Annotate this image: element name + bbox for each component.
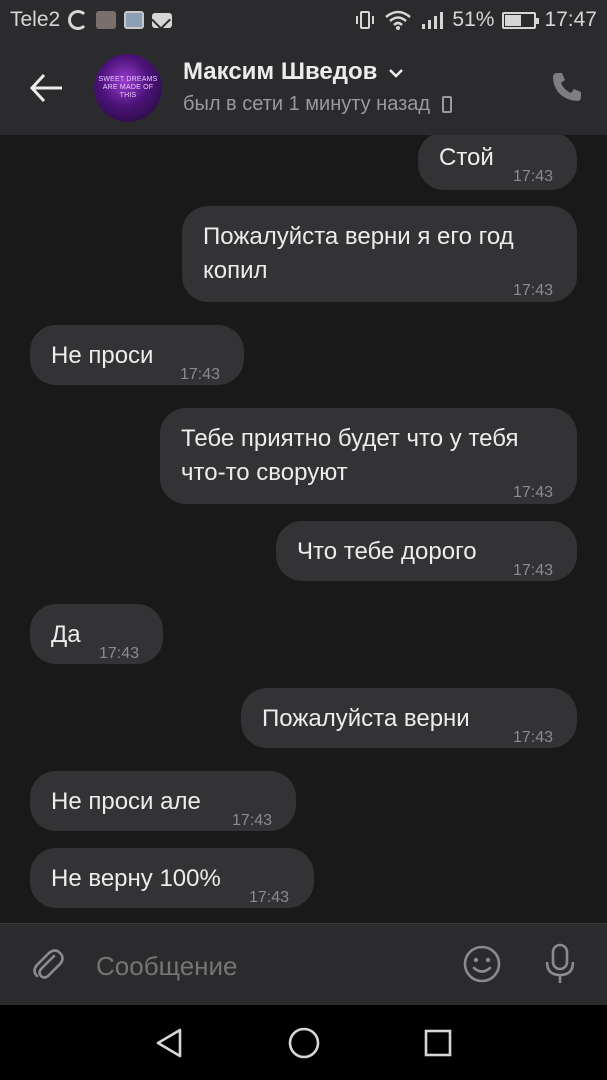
clock: 17:47 xyxy=(544,8,597,31)
paperclip-icon xyxy=(33,949,64,979)
emoji-button[interactable] xyxy=(462,944,502,984)
message-bubble-outgoing[interactable]: Пожалуйста верни я его год копил 17:43 xyxy=(182,206,577,302)
message-text-line2: что-то своруют xyxy=(181,459,348,486)
nav-recents-button[interactable] xyxy=(420,1025,456,1061)
gallery-icon xyxy=(124,11,145,29)
chat-header: SWEET DREAMS ARE MADE OF THIS Максим Шве… xyxy=(0,40,607,135)
message-time: 17:43 xyxy=(513,484,554,501)
message-time: 17:43 xyxy=(99,645,140,662)
contact-name-text: Максим Шведов xyxy=(183,58,378,85)
message-bubble-outgoing[interactable]: Тебе приятно будет что у тебя что-то сво… xyxy=(160,408,577,504)
message-text-line2: копил xyxy=(203,257,268,284)
battery-icon xyxy=(502,11,540,29)
message-time: 17:43 xyxy=(513,282,554,299)
message-bubble-incoming[interactable]: Не проси 17:43 xyxy=(30,325,244,385)
message-bubble-outgoing[interactable]: Пожалуйста верни 17:43 xyxy=(241,688,577,748)
chevron-down-icon xyxy=(389,69,403,78)
message-time: 17:43 xyxy=(513,562,554,579)
circle-home-icon xyxy=(288,1027,320,1059)
message-text: Не верну 100% xyxy=(51,865,221,892)
system-nav-bar xyxy=(0,1005,607,1080)
nav-home-button[interactable] xyxy=(286,1025,322,1061)
message-text: Что тебе дорого xyxy=(297,538,477,565)
message-list[interactable]: Стой 17:43 Пожалуйста верни я его год ко… xyxy=(0,135,607,923)
message-bubble-incoming[interactable]: Не верну 100% 17:43 xyxy=(30,848,314,908)
gmail-icon xyxy=(152,12,173,28)
carrier-label: Tele2 xyxy=(10,8,61,31)
status-left: Tele2 xyxy=(10,8,173,32)
message-text: Не проси але xyxy=(51,788,201,815)
microphone-icon xyxy=(545,943,575,983)
last-seen-text: был в сети 1 минуту назад xyxy=(183,93,431,115)
message-text: Пожалуйста верни я его год xyxy=(203,223,514,250)
message-input[interactable] xyxy=(96,946,426,986)
nav-back-button[interactable] xyxy=(152,1025,188,1061)
message-text: Тебе приятно будет что у тебя xyxy=(181,425,519,452)
smiley-icon xyxy=(463,945,501,983)
signal-icon xyxy=(422,12,444,29)
attach-button[interactable] xyxy=(30,946,66,982)
message-bubble-incoming[interactable]: Да 17:43 xyxy=(30,604,163,664)
battery-level xyxy=(505,14,521,26)
avatar[interactable]: SWEET DREAMS ARE MADE OF THIS xyxy=(94,54,162,122)
contact-name[interactable]: Максим Шведов xyxy=(183,58,404,86)
triangle-back-icon xyxy=(156,1028,182,1058)
message-text: Не проси xyxy=(51,342,154,369)
google-icon xyxy=(68,10,89,30)
message-time: 17:43 xyxy=(249,889,290,906)
message-text: Пожалуйста верни xyxy=(262,705,470,732)
message-bubble-outgoing[interactable]: Что тебе дорого 17:43 xyxy=(276,521,577,581)
message-text: Стой xyxy=(439,144,494,171)
avatar-neon-text: SWEET DREAMS ARE MADE OF THIS xyxy=(98,76,158,99)
app-notification-icon xyxy=(96,11,117,29)
message-time: 17:43 xyxy=(513,729,554,746)
message-text: Да xyxy=(51,621,81,648)
status-right: 51% 17:47 xyxy=(354,8,597,32)
status-bar: Tele2 51% 17:47 xyxy=(0,0,607,40)
mobile-device-icon xyxy=(442,96,453,113)
square-recents-icon xyxy=(424,1029,452,1057)
call-button[interactable] xyxy=(550,70,584,104)
message-composer xyxy=(0,923,607,1005)
arrow-left-icon xyxy=(29,73,62,103)
voice-message-button[interactable] xyxy=(542,942,578,986)
message-time: 17:43 xyxy=(180,366,221,383)
message-time: 17:43 xyxy=(513,168,554,185)
message-time: 17:43 xyxy=(232,812,273,829)
message-bubble-outgoing[interactable]: Стой 17:43 xyxy=(418,135,577,190)
phone-icon xyxy=(553,73,581,101)
vibrate-icon xyxy=(356,11,375,29)
back-button[interactable] xyxy=(26,70,66,106)
message-bubble-incoming[interactable]: Не проси але 17:43 xyxy=(30,771,296,831)
contact-status: был в сети 1 минуту назад xyxy=(183,93,453,116)
battery-percent: 51% xyxy=(452,8,495,31)
wifi-icon xyxy=(385,10,412,30)
